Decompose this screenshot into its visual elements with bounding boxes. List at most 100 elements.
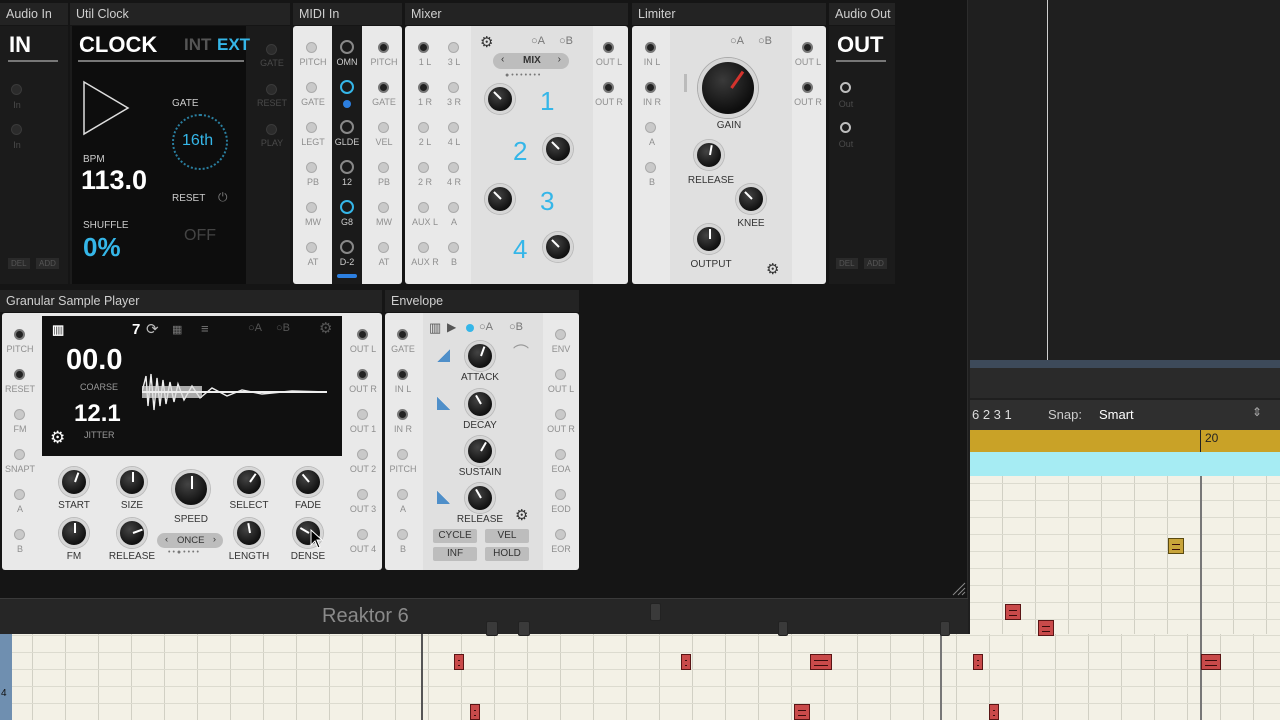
snapshot-a[interactable]: ○A [730, 35, 744, 47]
attack-curve-icon[interactable] [437, 349, 450, 362]
midi-note[interactable] [973, 654, 983, 670]
length-knob[interactable] [234, 518, 264, 548]
clip-block[interactable] [518, 621, 530, 636]
module-title-midi-in[interactable]: MIDI In [293, 3, 402, 25]
pitch-jack[interactable] [14, 329, 25, 340]
module-title-util-clock[interactable]: Util Clock [70, 3, 290, 25]
fm-knob[interactable] [59, 518, 89, 548]
aux-r-jack[interactable] [418, 242, 429, 253]
out-2-jack[interactable] [357, 449, 368, 460]
decay-knob[interactable] [465, 389, 495, 419]
gear-icon[interactable]: ⚙ [50, 428, 65, 448]
resize-grip-icon[interactable] [950, 580, 966, 596]
knob[interactable] [340, 240, 354, 254]
chevron-right-icon[interactable]: › [558, 54, 561, 65]
midi-note[interactable] [1005, 604, 1021, 620]
gear-icon[interactable]: ⚙ [319, 319, 332, 337]
snapshot-b[interactable]: ○B [758, 35, 772, 47]
attack-knob[interactable] [465, 341, 495, 371]
piano-roll-grid-bottom[interactable] [0, 634, 1280, 720]
coarse-value[interactable]: 00.0 [66, 344, 122, 377]
snapshot-a[interactable]: ○A [531, 35, 545, 47]
curve-icon[interactable]: ⌒ [513, 339, 529, 363]
out-l-jack[interactable] [802, 42, 813, 53]
at-jack[interactable] [306, 242, 317, 253]
module-title-limiter[interactable]: Limiter [632, 3, 826, 25]
midi-note[interactable] [1168, 538, 1184, 554]
midi-note[interactable] [454, 654, 464, 670]
gate-jack[interactable] [306, 82, 317, 93]
channel-4-knob[interactable] [543, 232, 573, 262]
mw-jack[interactable] [306, 202, 317, 213]
knob[interactable] [340, 200, 354, 214]
module-title-audio-out[interactable]: Audio Out [829, 3, 895, 25]
start-knob[interactable] [59, 467, 89, 497]
clip-block[interactable] [486, 621, 498, 636]
in-1l-jack[interactable] [418, 42, 429, 53]
in-l-jack[interactable] [397, 369, 408, 380]
in-l-jack[interactable] [645, 42, 656, 53]
midi-note[interactable] [470, 704, 480, 720]
knee-knob[interactable] [736, 184, 766, 214]
mode-selector[interactable]: ‹ ONCE › [157, 533, 223, 548]
module-title-envelope[interactable]: Envelope [385, 290, 579, 312]
out-1-jack[interactable] [357, 409, 368, 420]
in-4l-jack[interactable] [448, 122, 459, 133]
inf-button[interactable]: INF [433, 547, 477, 561]
reset-jack[interactable] [266, 84, 277, 95]
a-jack[interactable] [645, 122, 656, 133]
eor-jack[interactable] [555, 529, 566, 540]
release-knob[interactable] [694, 140, 724, 170]
release-curve-icon[interactable] [437, 491, 450, 504]
release-knob[interactable] [117, 518, 147, 548]
pitch-jack[interactable] [397, 449, 408, 460]
clip-block[interactable] [940, 621, 950, 636]
in-r-jack[interactable] [397, 409, 408, 420]
a-jack[interactable] [14, 489, 25, 500]
del-button[interactable]: DEL [8, 258, 30, 269]
in-2r-jack[interactable] [418, 162, 429, 173]
midi-note[interactable] [794, 704, 810, 720]
gate-jack[interactable] [266, 44, 277, 55]
sample-display[interactable]: ▥ 7 ⟳ ▦ ≡ ○A ○B ⚙ 00.0 COARSE 12.1 JITTE… [42, 316, 342, 456]
power-icon[interactable]: ⏻ [218, 190, 228, 205]
at-out-jack[interactable] [378, 242, 389, 253]
in-4r-jack[interactable] [448, 162, 459, 173]
gear-icon[interactable]: ⚙ [515, 506, 528, 524]
out-r-jack[interactable] [603, 82, 614, 93]
ext-toggle[interactable]: EXT [217, 35, 250, 55]
size-knob[interactable] [117, 467, 147, 497]
in-r-jack[interactable] [645, 82, 656, 93]
midi-note[interactable] [681, 654, 691, 670]
out-4-jack[interactable] [357, 529, 368, 540]
chevron-left-icon[interactable]: ‹ [501, 54, 504, 65]
midi-note[interactable] [1201, 654, 1221, 670]
a-jack[interactable] [397, 489, 408, 500]
module-title-granular[interactable]: Granular Sample Player [0, 290, 382, 312]
eod-jack[interactable] [555, 489, 566, 500]
chevron-right-icon[interactable]: › [213, 534, 216, 545]
piano-icon[interactable]: ▥ [429, 320, 441, 336]
gear-icon[interactable]: ⚙ [480, 33, 493, 51]
pb-out-jack[interactable] [378, 162, 389, 173]
gain-knob[interactable] [698, 58, 758, 118]
knob[interactable] [340, 120, 354, 134]
add-button[interactable]: ADD [36, 258, 59, 269]
pb-jack[interactable] [306, 162, 317, 173]
out-l-jack[interactable] [357, 329, 368, 340]
speed-knob[interactable] [172, 470, 210, 508]
piano-icon[interactable]: ▥ [52, 322, 64, 338]
release-knob[interactable] [465, 483, 495, 513]
out-3-jack[interactable] [357, 489, 368, 500]
hold-button[interactable]: HOLD [485, 547, 529, 561]
out-r-jack[interactable] [357, 369, 368, 380]
midi-note[interactable] [989, 704, 999, 720]
glide-knob[interactable] [340, 80, 354, 94]
pitch-out-jack[interactable] [378, 42, 389, 53]
cycle-button[interactable]: CYCLE [433, 529, 477, 543]
mw-out-jack[interactable] [378, 202, 389, 213]
channel-3-knob[interactable] [485, 184, 515, 214]
pitch-jack[interactable] [306, 42, 317, 53]
in-3r-jack[interactable] [448, 82, 459, 93]
knob[interactable] [340, 160, 354, 174]
